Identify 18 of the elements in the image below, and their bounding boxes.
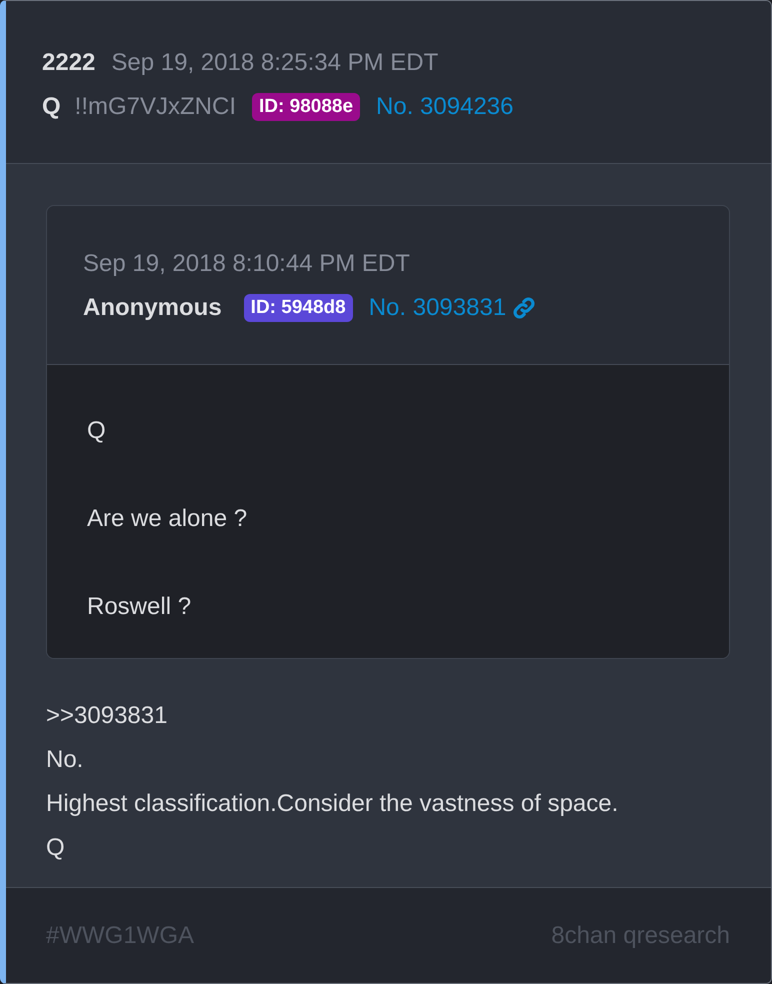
post-number-link[interactable]: No. 3093831 xyxy=(368,294,506,322)
post-title: 2222 xyxy=(42,49,96,77)
post-text-line: Q xyxy=(46,833,66,863)
post-text-line: >>3093831 xyxy=(46,701,168,731)
quoted-text: Roswell ? xyxy=(87,592,192,622)
quoted-text: Q xyxy=(87,416,107,446)
post-text-line: No. xyxy=(46,745,84,775)
link-icon[interactable] xyxy=(512,296,536,320)
poster-name: Q xyxy=(42,93,61,121)
quote-timestamp: Sep 19, 2018 8:10:44 PM EDT xyxy=(83,250,410,278)
poster-id-badge: ID: 5948d8 xyxy=(244,294,353,322)
quoted-text: Are we alone ? xyxy=(87,504,248,534)
poster-name: Anonymous xyxy=(83,294,222,322)
tripcode: !!mG7VJxZNCI xyxy=(74,93,236,121)
post-timestamp: Sep 19, 2018 8:25:34 PM EDT xyxy=(111,49,438,77)
poster-id-badge: ID: 98088e xyxy=(252,93,360,121)
post-text-line: Highest classification.Consider the vastness of space. xyxy=(46,789,620,819)
post-number-link[interactable]: No. 3094236 xyxy=(376,93,514,121)
